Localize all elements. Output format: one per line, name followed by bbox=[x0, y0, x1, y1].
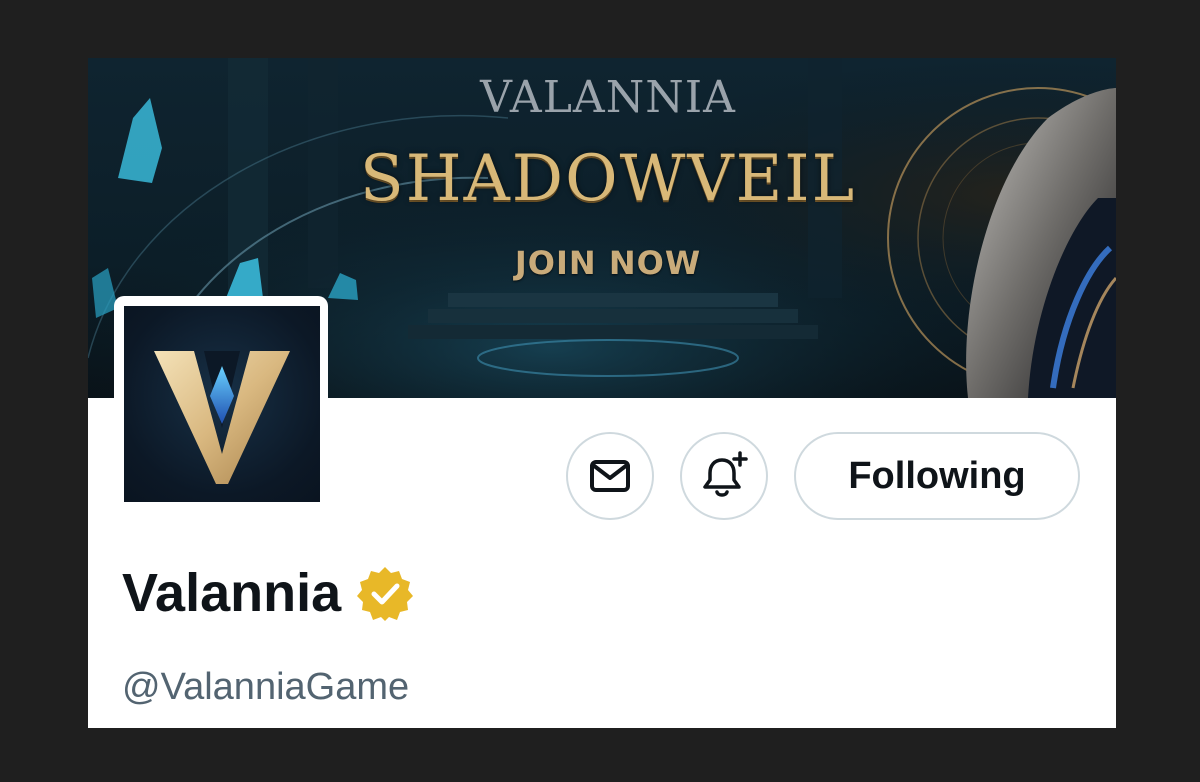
banner-title: SHADOWVEIL bbox=[359, 142, 857, 216]
valannia-logo-icon bbox=[124, 306, 320, 502]
envelope-icon bbox=[590, 460, 630, 492]
notifications-button[interactable] bbox=[680, 432, 768, 520]
banner-cta[interactable]: JOIN NOW bbox=[478, 244, 738, 282]
verified-badge-icon[interactable] bbox=[357, 565, 414, 621]
message-button[interactable] bbox=[566, 432, 654, 520]
display-name: Valannia bbox=[122, 563, 342, 623]
following-button[interactable]: Following bbox=[794, 432, 1080, 520]
banner-brand-text: VALANNIA bbox=[480, 72, 736, 123]
avatar[interactable] bbox=[114, 296, 328, 510]
profile-card: VALANNIA SHADOWVEIL JOIN NOW Following V… bbox=[88, 58, 1116, 728]
bell-plus-icon bbox=[703, 451, 748, 497]
profile-handle: @ValanniaGame bbox=[122, 666, 410, 708]
profile-name-row: Valannia bbox=[122, 558, 414, 628]
